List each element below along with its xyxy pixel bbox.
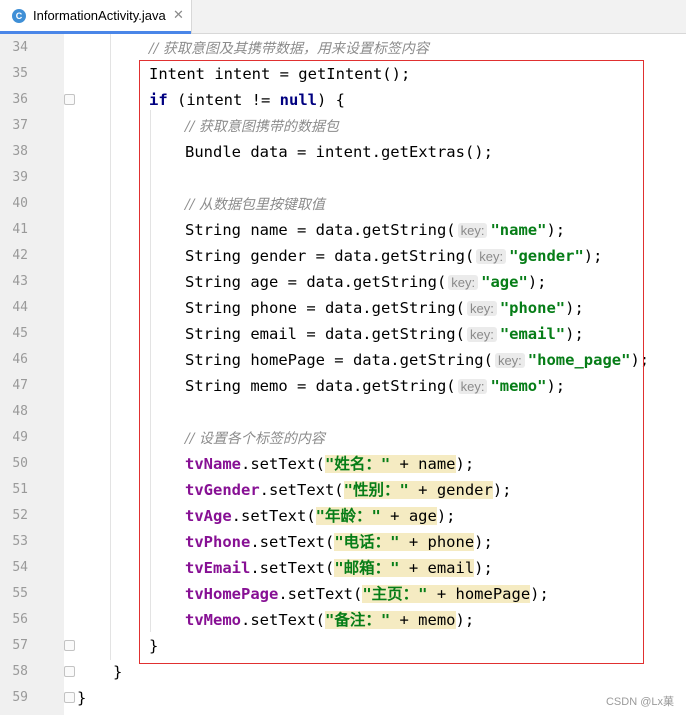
line-number: 37 [12,118,28,133]
code-line-59[interactable]: } [77,685,86,711]
fold-marker-icon[interactable] [64,692,75,703]
line-number: 44 [12,300,28,315]
comment: // 获取意图及其携带数据，用来设置标签内容 [149,41,429,57]
line-number: 45 [12,326,28,341]
highlight-box [139,60,644,664]
tab-title: InformationActivity.java [33,8,166,23]
fold-marker-icon[interactable] [64,94,75,105]
fold-marker-icon[interactable] [64,666,75,677]
line-number: 42 [12,248,28,263]
line-number: 47 [12,378,28,393]
line-number: 54 [12,560,28,575]
line-number: 56 [12,612,28,627]
line-number: 49 [12,430,28,445]
java-class-icon: C [12,9,26,23]
line-number: 39 [12,170,28,185]
line-number: 59 [12,690,28,705]
line-number: 51 [12,482,28,497]
fold-marker-icon[interactable] [64,640,75,651]
line-number: 55 [12,586,28,601]
editor-tab-bar: C InformationActivity.java ✕ [0,0,686,34]
line-number: 53 [12,534,28,549]
line-number: 41 [12,222,28,237]
line-number: 43 [12,274,28,289]
line-number: 46 [12,352,28,367]
code-line-58[interactable]: } [113,659,122,685]
code-text: } [113,663,123,681]
line-number: 50 [12,456,28,471]
close-icon[interactable]: ✕ [173,7,184,23]
code-line-34[interactable]: // 获取意图及其携带数据，用来设置标签内容 [149,35,429,62]
line-number: 52 [12,508,28,523]
editor-tab[interactable]: C InformationActivity.java ✕ [0,0,192,34]
line-number: 57 [12,638,28,653]
line-number: 35 [12,66,28,81]
line-number: 58 [12,664,28,679]
code-text: } [77,689,87,707]
line-number: 34 [12,40,28,55]
watermark: CSDN @Lx菓 [605,696,674,708]
line-number: 38 [12,144,28,159]
indent-guide [110,34,111,660]
line-number: 36 [12,92,28,107]
line-number: 48 [12,404,28,419]
line-number: 40 [12,196,28,211]
